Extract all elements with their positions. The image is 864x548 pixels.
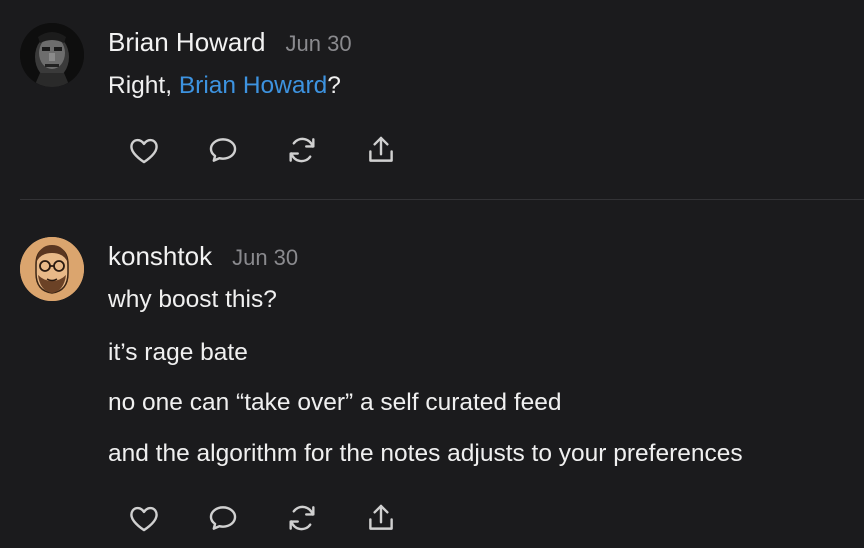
share-icon bbox=[369, 504, 393, 530]
note-2: konshtok Jun 30 why boost this? it’s rag… bbox=[0, 200, 864, 548]
restack-icon bbox=[289, 505, 315, 531]
note-1: Brian Howard Jun 30 Right, Brian Howard? bbox=[0, 0, 864, 199]
comment-icon bbox=[209, 506, 237, 530]
comment-button[interactable] bbox=[205, 500, 241, 536]
restack-button[interactable] bbox=[284, 132, 320, 168]
note-body: Right, Brian Howard? bbox=[108, 72, 341, 100]
share-button[interactable] bbox=[363, 132, 399, 168]
note-paragraph-3: no one can “take over” a self curated fe… bbox=[108, 389, 562, 416]
note-date[interactable]: Jun 30 bbox=[232, 245, 298, 271]
comment-button[interactable] bbox=[205, 132, 241, 168]
note-actions bbox=[126, 500, 442, 536]
note-header: Brian Howard Jun 30 bbox=[108, 27, 352, 58]
share-button[interactable] bbox=[363, 500, 399, 536]
share-icon bbox=[369, 136, 393, 162]
avatar[interactable] bbox=[20, 237, 84, 301]
note-paragraph-1: why boost this? bbox=[108, 286, 277, 313]
body-text-suffix: ? bbox=[327, 72, 341, 99]
note-header: konshtok Jun 30 bbox=[108, 241, 298, 272]
comment-icon bbox=[209, 138, 237, 162]
author-name[interactable]: Brian Howard bbox=[108, 27, 266, 58]
note-paragraph-2: it’s rage bate bbox=[108, 339, 248, 366]
mention-link[interactable]: Brian Howard bbox=[179, 72, 327, 99]
note-date[interactable]: Jun 30 bbox=[286, 31, 352, 57]
restack-button[interactable] bbox=[284, 500, 320, 536]
avatar[interactable] bbox=[20, 23, 84, 87]
note-paragraph-4: and the algorithm for the notes adjusts … bbox=[108, 440, 743, 467]
bearded-glasses-avatar-icon bbox=[20, 237, 84, 301]
body-text: Right, bbox=[108, 72, 179, 99]
heart-icon bbox=[130, 506, 158, 532]
author-name[interactable]: konshtok bbox=[108, 241, 212, 272]
dark-portrait-avatar-icon bbox=[20, 23, 84, 87]
like-button[interactable] bbox=[126, 500, 162, 536]
like-button[interactable] bbox=[126, 132, 162, 168]
note-actions bbox=[126, 132, 442, 168]
restack-icon bbox=[289, 137, 315, 163]
heart-icon bbox=[130, 138, 158, 164]
